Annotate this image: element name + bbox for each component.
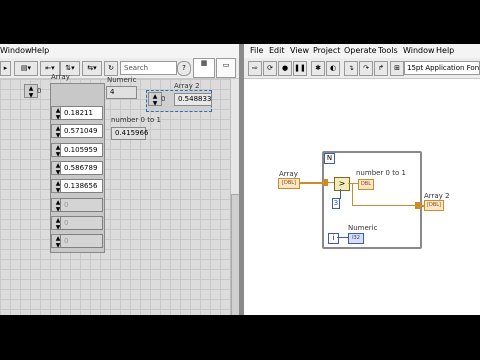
number-terminal[interactable]: DBL [358, 179, 374, 190]
menu-edit[interactable]: Edit [269, 46, 285, 55]
array-element-6[interactable]: 0 [60, 216, 103, 230]
run-continuously-icon[interactable]: ⟳ [263, 61, 277, 76]
array-wire[interactable] [299, 182, 326, 184]
block-menubar: File Edit View Project Operate Tools Win… [244, 44, 480, 58]
array-element-1[interactable]: 0.571049 [60, 124, 103, 138]
constant-three[interactable]: 3 [332, 198, 340, 209]
step-over-icon[interactable]: ↷ [359, 61, 373, 76]
menu-project[interactable]: Project [313, 46, 340, 55]
array2-label: Array 2 [174, 82, 200, 90]
numeric-label: Numeric [107, 76, 137, 84]
clean-up-icon[interactable]: ⊞ [390, 61, 404, 76]
array-index-value[interactable]: 0 [37, 87, 41, 95]
font-select[interactable]: 15pt Application Font [404, 61, 480, 75]
array2-terminal-label: Array 2 [424, 192, 450, 200]
resize-button[interactable]: ↻ [104, 61, 118, 76]
help-icon[interactable]: ? [177, 61, 191, 76]
menu-window[interactable]: Window [0, 46, 32, 55]
array-element-4[interactable]: 0.138656 [60, 179, 103, 193]
abort-icon[interactable]: ● [278, 61, 292, 76]
number-wire [348, 183, 358, 184]
search-input[interactable]: Search [120, 61, 177, 75]
array-label: Array [51, 73, 70, 81]
array-index-stepper[interactable]: ▲ ▼ [24, 84, 38, 99]
pause-icon[interactable]: ❚❚ [293, 61, 307, 76]
to-output-wire-v [352, 184, 353, 206]
array-element-2[interactable]: 0.105959 [60, 143, 103, 157]
array-terminal-label: Array [279, 170, 298, 178]
loop-count-terminal[interactable]: N [324, 153, 335, 164]
menu-help[interactable]: Help [436, 46, 454, 55]
numeric-terminal[interactable]: I32 [348, 233, 364, 244]
array2-index-value[interactable]: 0 [161, 95, 165, 103]
step-out-icon[interactable]: ↱ [374, 61, 388, 76]
to-output-wire-h [352, 205, 418, 206]
run-arrow-icon[interactable]: ▸ [0, 61, 11, 76]
highlight-execution-icon[interactable]: ✱ [311, 61, 325, 76]
vi-icon[interactable]: ▭ [216, 58, 236, 78]
array2-index-stepper[interactable]: ▲ ▼ [148, 92, 162, 107]
menu-file[interactable]: File [250, 46, 263, 55]
numeric-indicator: 4 [106, 86, 137, 99]
step-into-icon[interactable]: ↴ [344, 61, 358, 76]
array-terminal[interactable]: [DBL] [278, 178, 300, 189]
retain-wire-values-icon[interactable]: ◐ [326, 61, 340, 76]
menu-window[interactable]: Window [403, 46, 435, 55]
front-menubar: Window Help [0, 44, 239, 58]
array-element-7[interactable]: 0 [60, 234, 103, 248]
front-panel-grid [0, 79, 230, 315]
reorder-button[interactable]: ⇆▾ [82, 61, 102, 76]
menu-operate[interactable]: Operate [344, 46, 377, 55]
array-element-0[interactable]: 0.18211 [60, 106, 103, 120]
menu-tools[interactable]: Tools [378, 46, 398, 55]
number-0-to-1-indicator: 0.415966 [111, 127, 148, 140]
menu-help[interactable]: Help [31, 46, 49, 55]
front-panel-window: Window Help ▸ ▤▾ ⇤▾ ⇅▾ ⇆▾ ↻ Search ? ▦ ▭… [0, 44, 239, 315]
array-element-5[interactable]: 0 [60, 198, 103, 212]
menu-view[interactable]: View [290, 46, 309, 55]
block-toolbar: ⇨ ⟳ ● ❚❚ ✱ ◐ ↴ ↷ ↱ ⊞ 15pt Application Fo… [244, 58, 480, 79]
run-icon[interactable]: ⇨ [248, 61, 262, 76]
array2-element: 0.548833 [174, 93, 212, 106]
scrollbar-thumb[interactable] [231, 194, 239, 315]
array-element-3[interactable]: 0.586789 [60, 161, 103, 175]
greater-than-icon[interactable]: > [334, 177, 350, 191]
constant-wire [340, 189, 341, 199]
number-0-to-1-label: number 0 to 1 [111, 116, 161, 124]
numeric-wire [337, 237, 348, 238]
numeric-terminal-label: Numeric [348, 224, 378, 232]
connector-pane-icon[interactable]: ▦ [193, 58, 215, 78]
iteration-terminal: i [328, 233, 339, 244]
array2-terminal[interactable]: [DBL] [424, 200, 444, 211]
block-diagram-window: File Edit View Project Operate Tools Win… [244, 44, 480, 315]
font-size-button[interactable]: ▤▾ [14, 61, 38, 76]
number-terminal-label: number 0 to 1 [356, 169, 406, 177]
